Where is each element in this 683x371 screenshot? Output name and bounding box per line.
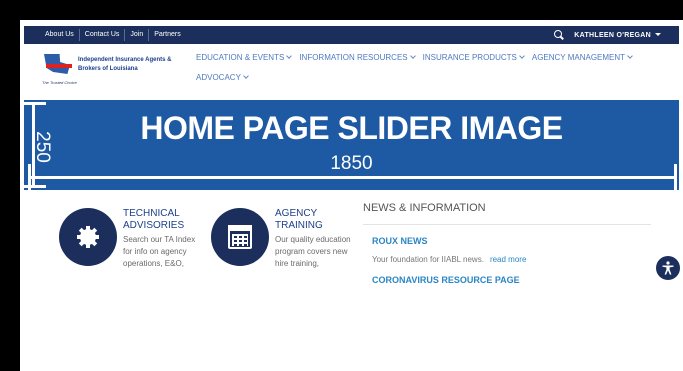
accessibility-button[interactable] (656, 256, 680, 280)
nav-agency-management[interactable]: AGENCY MANAGEMENT (531, 53, 633, 63)
utility-bar: About Us Contact Us Join Partners KATHLE… (24, 26, 679, 44)
caret-down-icon (655, 33, 661, 37)
gear-icon (77, 226, 99, 248)
slider-title: HOME PAGE SLIDER IMAGE (140, 110, 563, 146)
card-icon-circle (59, 208, 117, 266)
louisiana-logo-icon: The Trusted Choice (42, 50, 77, 90)
roux-news-link[interactable]: ROUX NEWS (372, 236, 428, 246)
width-dimension-cap (674, 164, 677, 190)
chevron-down-icon (286, 53, 293, 59)
partners-link[interactable]: Partners (149, 29, 185, 41)
logo-tagline: The Trusted Choice (42, 80, 77, 85)
coronavirus-resource-link[interactable]: CORONAVIRUS RESOURCE PAGE (372, 275, 520, 285)
nav-education-events[interactable]: EDUCATION & EVENTS (196, 53, 293, 63)
card-title[interactable]: AGENCY TRAINING (275, 208, 351, 232)
search-icon[interactable] (554, 30, 564, 40)
nav-label: ADVOCACY (196, 73, 241, 82)
utility-links: About Us Contact Us Join Partners (40, 29, 186, 41)
chevron-down-icon (627, 53, 633, 59)
nav-label: EDUCATION & EVENTS (196, 53, 285, 62)
calendar-icon (228, 225, 252, 249)
card-icon-circle (211, 208, 269, 266)
user-menu[interactable]: KATHLEEN O'REGAN (574, 32, 661, 39)
site-logo[interactable]: The Trusted Choice Independent Insurance… (42, 50, 182, 96)
nav-information-resources[interactable]: INFORMATION RESOURCES (299, 53, 416, 63)
contact-us-link[interactable]: Contact Us (80, 29, 126, 41)
technical-advisories-card[interactable]: TECHNICAL ADVISORIES Search our TA Index… (59, 208, 199, 270)
nav-advocacy[interactable]: ADVOCACY (196, 73, 249, 83)
chevron-down-icon (409, 53, 416, 59)
about-us-link[interactable]: About Us (40, 29, 80, 41)
card-text: Our quality education program covers new… (275, 235, 351, 268)
main-nav: EDUCATION & EVENTS INFORMATION RESOURCES… (196, 53, 666, 83)
news-description: Your foundation for IIABL news. read more (372, 255, 526, 264)
card-text: Search our TA Index for info on agency o… (123, 235, 196, 268)
utility-right: KATHLEEN O'REGAN (554, 30, 679, 40)
nav-insurance-products[interactable]: INSURANCE PRODUCTS (422, 53, 525, 63)
card-title[interactable]: TECHNICAL ADVISORIES (123, 208, 199, 232)
slider-width-label: 1850 (330, 153, 373, 174)
join-link[interactable]: Join (125, 29, 150, 41)
user-name: KATHLEEN O'REGAN (574, 31, 651, 39)
news-heading: NEWS & INFORMATION (363, 202, 651, 225)
slider-height-label: 250 (32, 131, 53, 163)
chevron-down-icon (243, 73, 249, 79)
chevron-down-icon (519, 53, 525, 59)
width-dimension-line (28, 176, 676, 179)
news-description-text: Your foundation for IIABL news. (372, 255, 484, 264)
height-dimension-cap (24, 102, 46, 105)
read-more-link[interactable]: read more (490, 255, 526, 264)
nav-label: INSURANCE PRODUCTS (422, 53, 517, 62)
agency-training-card[interactable]: AGENCY TRAINING Our quality education pr… (211, 208, 351, 270)
nav-label: AGENCY MANAGEMENT (531, 53, 626, 62)
nav-label: INFORMATION RESOURCES (299, 53, 408, 62)
accessibility-icon (662, 261, 674, 275)
home-slider[interactable]: HOME PAGE SLIDER IMAGE 1850 250 (24, 100, 679, 190)
browser-page: About Us Contact Us Join Partners KATHLE… (20, 20, 683, 371)
height-dimension-cap (24, 185, 46, 188)
logo-name: Independent Insurance Agents & Brokers o… (78, 57, 172, 72)
